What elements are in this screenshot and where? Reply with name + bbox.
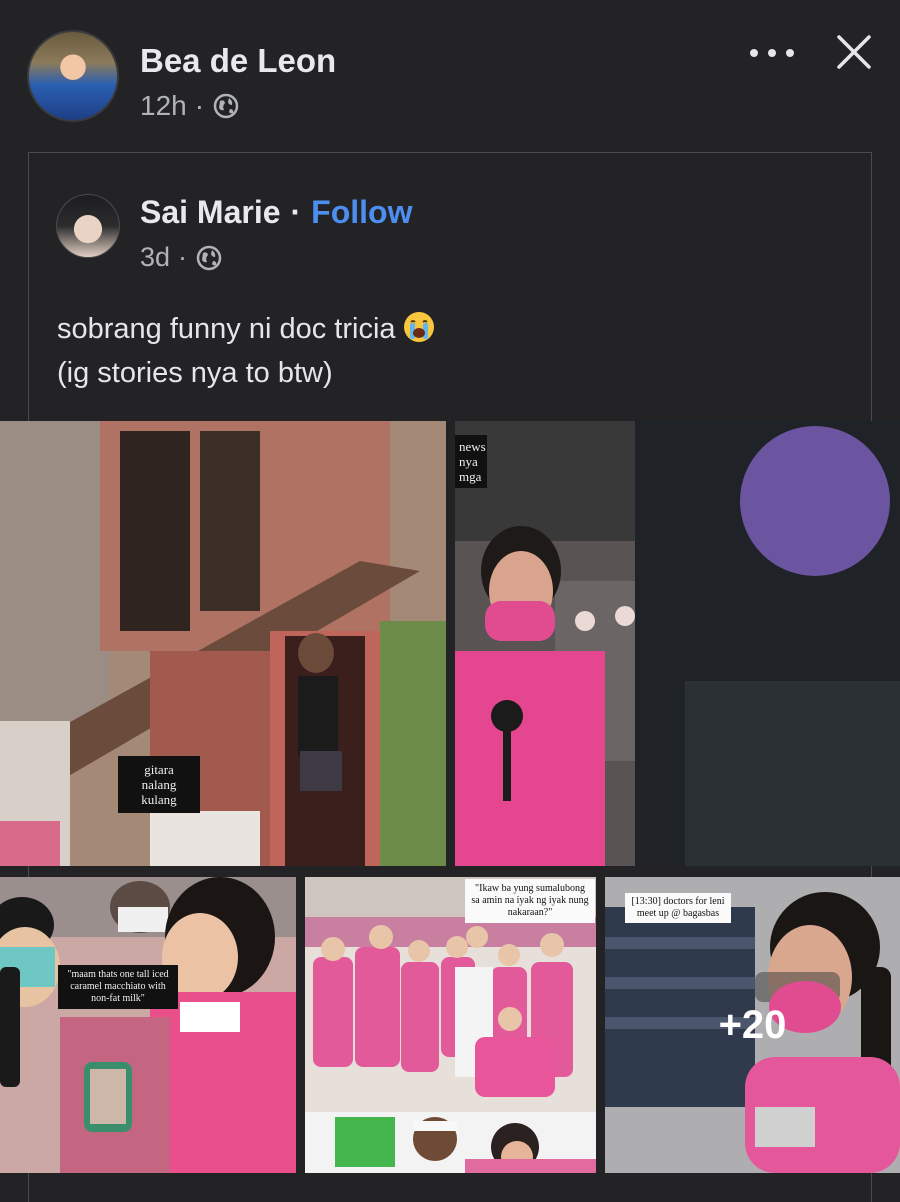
photo-2[interactable]: news nya mga (455, 421, 900, 866)
more-photos-count: +20 (718, 1002, 787, 1047)
photo-1[interactable]: gitara nalang kulang (0, 421, 446, 866)
shared-time[interactable]: 3d (140, 242, 170, 273)
photo-3-scene (0, 877, 296, 1173)
shared-author-name[interactable]: Sai Marie (140, 194, 281, 231)
photo-3[interactable]: "maam thats one tall iced caramel macchi… (0, 877, 296, 1173)
more-icon[interactable] (750, 38, 794, 68)
globe-icon (213, 93, 239, 119)
photo-1-scene (0, 421, 446, 866)
more-photos-overlay[interactable]: +20 (605, 877, 900, 1173)
photo-1-caption: gitara nalang kulang (118, 756, 200, 813)
photo-4-caption: "Ikaw ba yung sumalubong sa amin na iyak… (465, 879, 595, 923)
follow-button[interactable]: Follow (311, 194, 412, 231)
shared-separator: · (290, 194, 302, 230)
post-text-line2: (ig stories nya to btw) (57, 357, 333, 389)
author-avatar[interactable] (27, 30, 119, 122)
post-text: sobrang funny ni doc tricia (ig stories … (57, 307, 436, 395)
crying-face-icon (403, 312, 434, 342)
post-text-line1: sobrang funny ni doc tricia (57, 313, 396, 345)
globe-icon (196, 245, 222, 270)
shared-meta: 3d · (140, 242, 223, 273)
photo-2-caption: news nya mga (455, 435, 487, 488)
close-icon[interactable] (836, 34, 872, 70)
photo-4[interactable]: "Ikaw ba yung sumalubong sa amin na iyak… (305, 877, 596, 1173)
shared-author-row: Sai Marie · Follow (140, 194, 412, 231)
post-header: Bea de Leon 12h · (0, 0, 900, 140)
post-time[interactable]: 12h (140, 90, 187, 122)
post-meta: 12h · (140, 90, 240, 122)
shared-author-avatar[interactable] (56, 194, 120, 258)
shared-meta-separator: · (178, 242, 188, 272)
photo-2-scene (455, 421, 900, 866)
photo-3-caption: "maam thats one tall iced caramel macchi… (58, 965, 178, 1009)
meta-separator: · (194, 90, 205, 121)
author-name[interactable]: Bea de Leon (140, 42, 336, 80)
